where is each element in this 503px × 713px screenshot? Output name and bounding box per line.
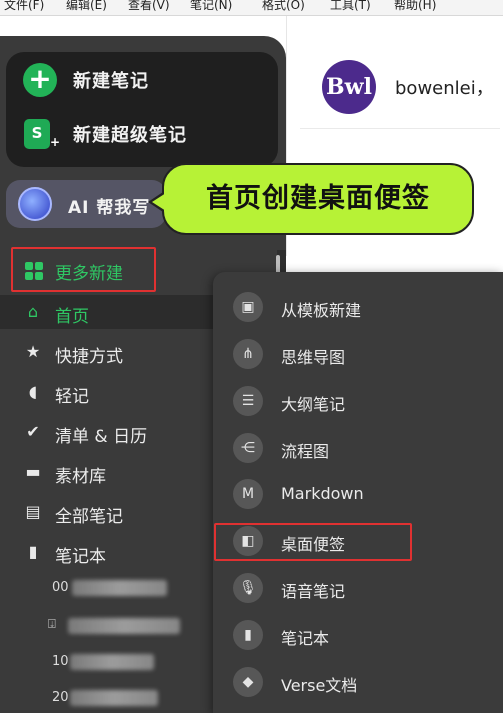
home-icon: ⌂ <box>27 302 39 321</box>
menu-item-label: 从模板新建 <box>281 301 362 320</box>
callout-pointer-fill <box>152 193 166 211</box>
create-card: + 新建笔记 S 新建超级笔记 <box>6 52 278 167</box>
notebook-icon: ⍗ <box>48 617 56 632</box>
verse-icon: ◆ <box>233 667 263 697</box>
notebook-prefix: 10 <box>52 654 69 669</box>
blurred-text <box>70 654 154 670</box>
outline-icon: ☰ <box>233 386 263 416</box>
blurred-text <box>68 618 180 634</box>
highlight-box-more-new <box>11 247 156 292</box>
menu-tools[interactable]: 工具(T) <box>330 0 371 12</box>
ai-write-label: AI 帮我写 <box>68 198 151 218</box>
check-circle-icon: ✔ <box>26 422 40 441</box>
new-note-button[interactable]: + 新建笔记 <box>6 60 276 100</box>
material-box-icon: ▬ <box>25 462 41 481</box>
menu-item-flowchart[interactable]: ⋲ 流程图 <box>213 427 503 471</box>
sidebar-item-label: 首页 <box>55 307 89 327</box>
sidebar-item-label: 快捷方式 <box>55 347 123 367</box>
list-item[interactable]: 20 <box>48 688 178 712</box>
menu-item-label: 大纲笔记 <box>281 395 346 414</box>
markdown-icon: M <box>233 479 263 509</box>
document-icon: ▤ <box>25 502 41 521</box>
template-icon: ▣ <box>233 292 263 322</box>
notebook-prefix: 20 <box>52 690 69 705</box>
sidebar-item-label: 素材库 <box>55 467 106 487</box>
ai-write-button[interactable]: AI 帮我写 <box>6 180 166 228</box>
avatar[interactable]: Bwl <box>322 60 376 114</box>
menu-item-verse-doc[interactable]: ◆ Verse文档 <box>213 661 503 705</box>
notebook-icon: ▮ <box>233 620 263 650</box>
username[interactable]: bowenlei， <box>395 74 494 100</box>
menu-help[interactable]: 帮助(H) <box>394 0 436 12</box>
menu-item-label: Verse文档 <box>281 676 358 695</box>
menu-view[interactable]: 查看(V) <box>128 0 170 12</box>
menu-item-outline[interactable]: ☰ 大纲笔记 <box>213 380 503 424</box>
flowchart-icon: ⋲ <box>233 433 263 463</box>
list-item[interactable]: 10 <box>48 652 178 676</box>
callout-text: 首页创建桌面便签 <box>206 183 430 214</box>
notebook-icon: ▮ <box>28 542 38 561</box>
notebook-prefix: 00 <box>52 580 69 595</box>
sidebar-item-label: 轻记 <box>55 387 89 407</box>
new-note-label: 新建笔记 <box>73 71 149 92</box>
menu-item-label: 语音笔记 <box>281 582 346 601</box>
ai-orb-icon <box>18 187 52 221</box>
menu-edit[interactable]: 编辑(E) <box>66 0 107 12</box>
menu-item-label: 思维导图 <box>281 348 346 367</box>
list-item[interactable]: ⍗ <box>48 616 188 640</box>
menu-item-label: 流程图 <box>281 442 330 461</box>
menu-item-notebook[interactable]: ▮ 笔记本 <box>213 614 503 658</box>
more-new-popup-menu: ▣ 从模板新建 ⋔ 思维导图 ☰ 大纲笔记 ⋲ 流程图 M Markdown ◧… <box>213 272 503 713</box>
menu-item-from-template[interactable]: ▣ 从模板新建 <box>213 286 503 330</box>
microphone-icon: 🎙 <box>233 573 263 603</box>
list-item[interactable]: 00 <box>48 578 178 602</box>
menu-item-label: Markdown <box>281 484 364 503</box>
sidebar-item-label: 清单 & 日历 <box>55 427 148 447</box>
sidebar-item-label: 全部笔记 <box>55 507 123 527</box>
menu-note[interactable]: 笔记(N) <box>190 0 232 12</box>
blurred-text <box>72 580 167 596</box>
highlight-box-desktop-sticky <box>214 523 412 561</box>
menu-file[interactable]: 文件(F) <box>4 0 44 12</box>
menu-bar: 文件(F) 编辑(E) 查看(V) 笔记(N) 格式(O) 工具(T) 帮助(H… <box>0 0 503 16</box>
star-icon: ★ <box>25 342 41 361</box>
super-note-icon: S <box>24 119 60 156</box>
plus-icon: + <box>23 63 57 97</box>
new-super-note-button[interactable]: S 新建超级笔记 <box>6 114 276 156</box>
menu-format[interactable]: 格式(O) <box>262 0 305 12</box>
quick-note-icon: ◖ <box>28 382 38 401</box>
callout-bubble: 首页创建桌面便签 <box>162 163 474 235</box>
new-super-note-label: 新建超级笔记 <box>73 125 187 146</box>
mindmap-icon: ⋔ <box>233 339 263 369</box>
blurred-text <box>70 690 158 706</box>
menu-item-mindmap[interactable]: ⋔ 思维导图 <box>213 333 503 377</box>
menu-item-label: 笔记本 <box>281 629 330 648</box>
menu-item-markdown[interactable]: M Markdown <box>213 473 503 517</box>
sidebar-item-label: 笔记本 <box>55 547 106 567</box>
menu-item-voice-note[interactable]: 🎙 语音笔记 <box>213 567 503 611</box>
divider <box>300 128 500 129</box>
